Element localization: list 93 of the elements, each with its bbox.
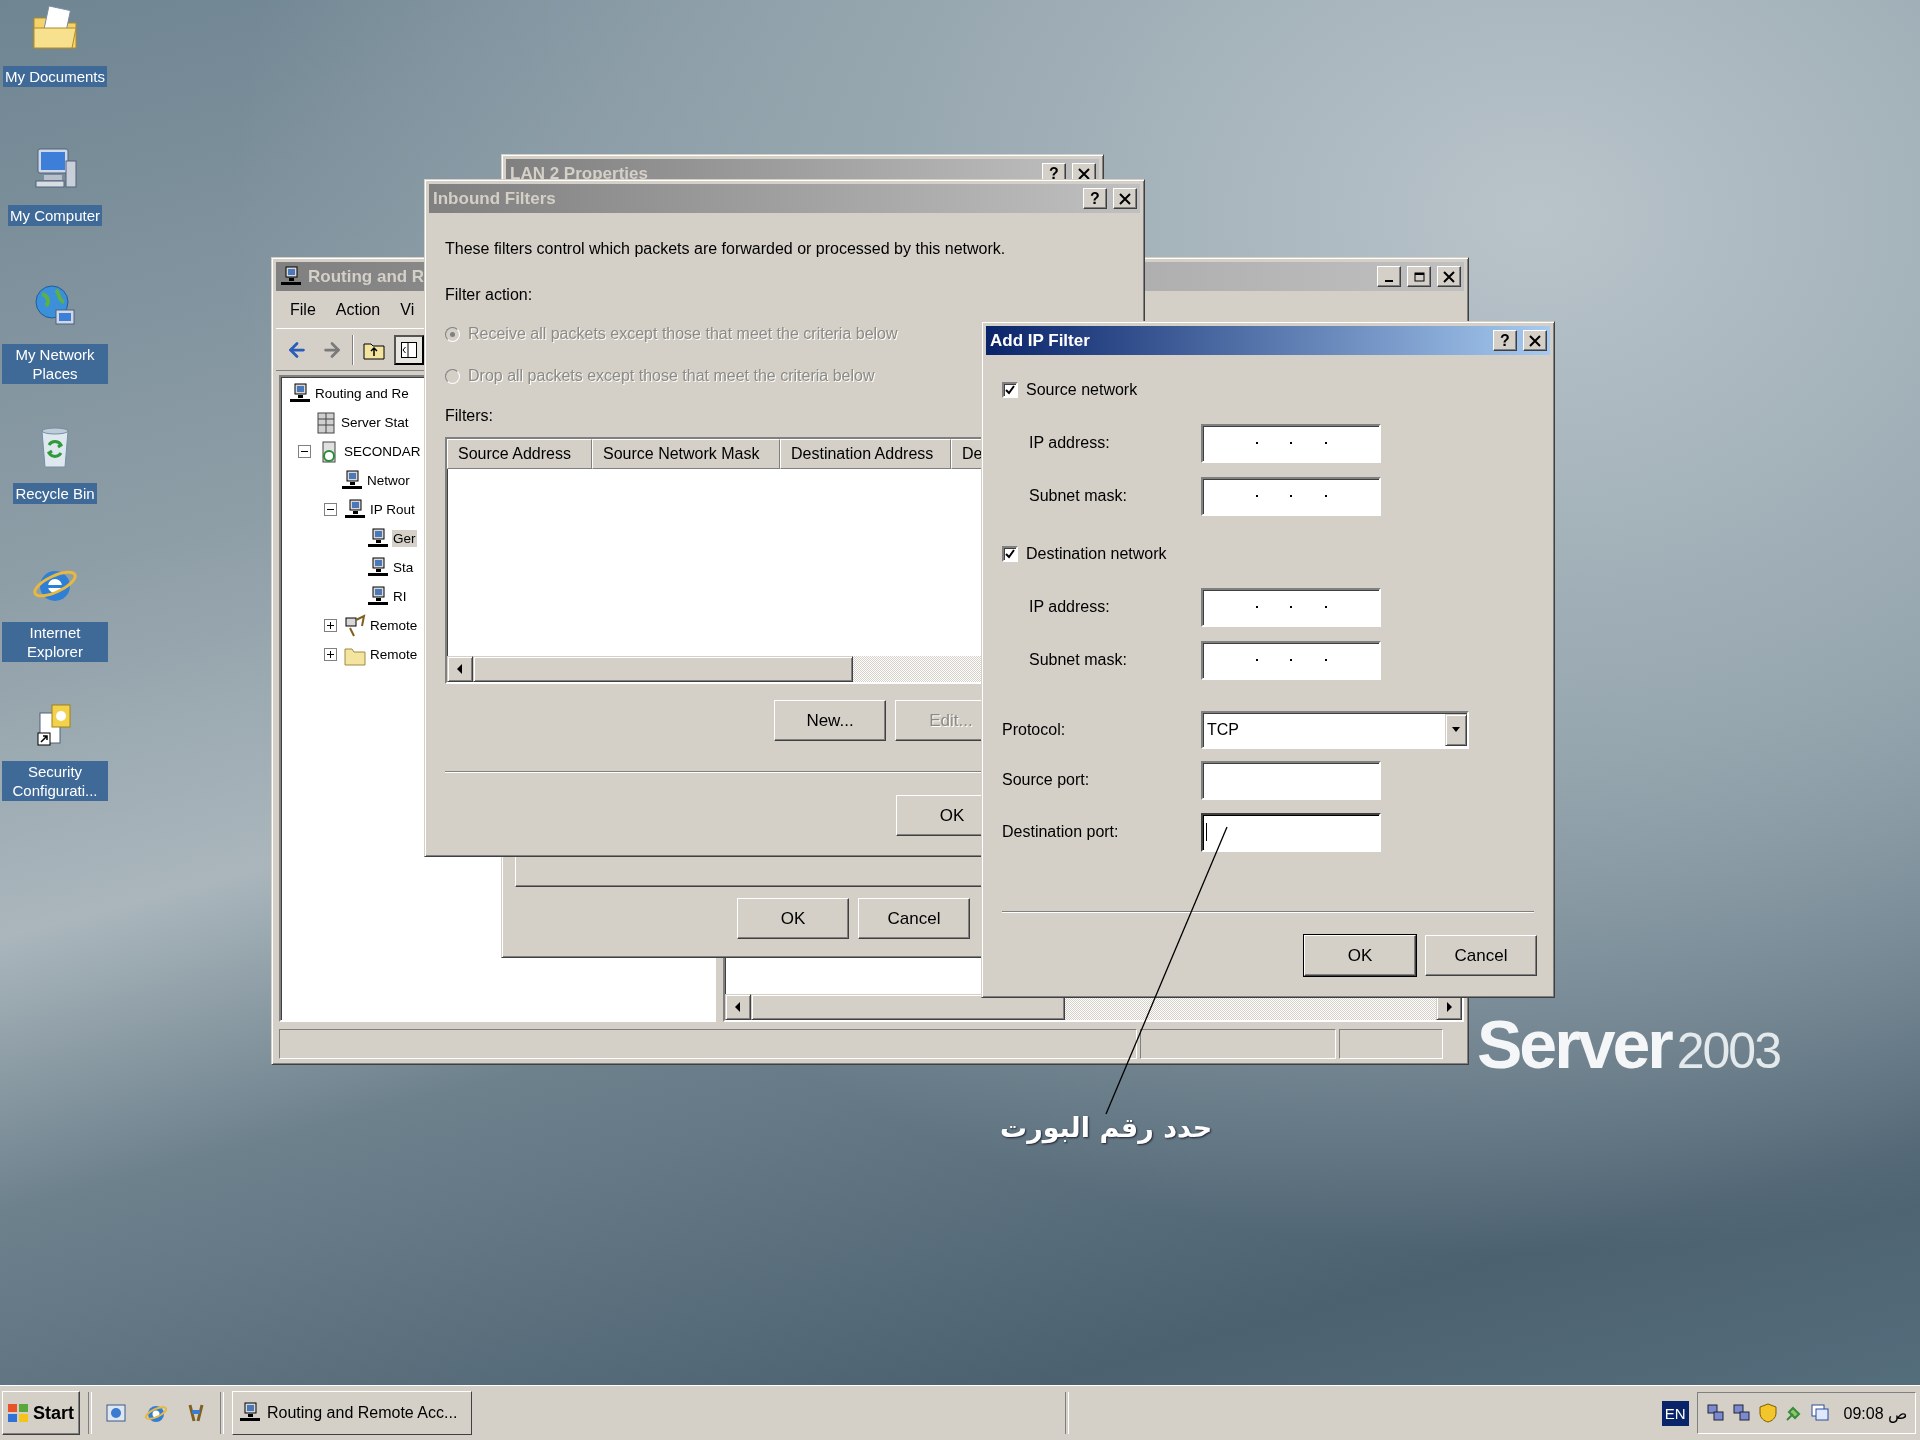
desktop-icon-label[interactable]: Security Configurati... <box>2 761 108 801</box>
start-button[interactable]: Start <box>2 1391 80 1435</box>
text-cursor <box>1206 823 1207 841</box>
field-label: IP address: <box>1029 434 1111 452</box>
tree-item[interactable]: RI <box>392 588 408 605</box>
dialog-button[interactable]: Cancel <box>858 898 970 939</box>
field-label: IP address: <box>1029 598 1111 616</box>
maximize-button[interactable] <box>1407 266 1431 287</box>
window-title: LAN 2 Properties <box>510 163 649 184</box>
port-field[interactable] <box>1201 812 1381 852</box>
close-icon <box>1529 334 1541 347</box>
desktop-icon-label[interactable]: My Computer <box>8 205 102 226</box>
expand-toggle[interactable] <box>324 648 337 661</box>
expand-toggle[interactable] <box>324 503 337 516</box>
ip-address-field[interactable] <box>1201 587 1381 627</box>
checkbox[interactable] <box>1002 382 1018 398</box>
help-button[interactable]: ? <box>1083 188 1107 209</box>
tree-item[interactable]: Sta <box>392 559 415 576</box>
left-arrow-icon <box>456 664 464 674</box>
desktop-icon-label[interactable]: Recycle Bin <box>13 483 97 504</box>
tree-item[interactable]: Remote <box>369 617 419 634</box>
window-title: Routing and R <box>308 266 426 287</box>
tree-item[interactable]: Remote <box>369 646 419 663</box>
field-label: Subnet mask: <box>1029 487 1128 505</box>
column-header[interactable]: Destination Address <box>780 439 951 469</box>
close-icon <box>1119 192 1131 205</box>
radio-label: Drop all packets except those that meet the criteria below <box>468 367 875 385</box>
tree-item[interactable]: IP Rout <box>369 501 416 518</box>
field-label: Filter action: <box>445 286 533 304</box>
menu-item[interactable]: Vi <box>392 298 423 321</box>
column-header[interactable]: Source Network Mask <box>592 439 780 469</box>
checkbox-label: Source network <box>1026 381 1138 399</box>
close-button[interactable] <box>1437 266 1461 287</box>
dialog-button[interactable]: Cancel <box>1425 935 1537 976</box>
pane-icon <box>401 341 417 358</box>
minimize-icon <box>1385 279 1393 282</box>
close-button[interactable] <box>1113 188 1137 209</box>
server-stack-icon <box>315 410 337 435</box>
desktop-icon-label[interactable]: Internet Explorer <box>2 622 108 662</box>
desktop-icon-label[interactable]: My Network Places <box>2 344 108 384</box>
taskbar-button[interactable]: Routing and Remote Acc... <box>232 1391 472 1435</box>
shield-icon <box>1757 1403 1778 1423</box>
tree-item[interactable]: Networ <box>366 472 411 489</box>
language-indicator[interactable]: EN <box>1661 1400 1689 1426</box>
window-stack-icon <box>1809 1403 1830 1423</box>
description-text: These filters control which packets are forwarded or processed by this network. <box>445 240 1006 258</box>
tree-item[interactable]: Server Stat <box>340 414 410 431</box>
product-name: Server <box>1477 1005 1671 1083</box>
help-button[interactable]: ? <box>1493 330 1517 351</box>
minimize-button[interactable] <box>1377 266 1401 287</box>
radio-label: Receive all packets except those that meet the criteria below <box>468 325 898 343</box>
horizontal-scrollbar[interactable] <box>725 994 1462 1020</box>
checkmark-icon <box>1005 385 1015 395</box>
menu-item[interactable]: File <box>282 298 324 321</box>
checkbox[interactable] <box>1002 546 1018 562</box>
dialog-button[interactable]: OK <box>737 898 849 939</box>
expand-toggle[interactable] <box>324 619 337 632</box>
field-label: Filters: <box>445 407 493 425</box>
field-label: Source port: <box>1002 771 1091 789</box>
close-button[interactable] <box>1523 330 1547 351</box>
column-header[interactable]: Source Address <box>447 439 592 469</box>
menu-item[interactable]: Action <box>327 298 389 321</box>
clock: 09:08 ص <box>1843 1403 1907 1423</box>
ip-address-field[interactable] <box>1201 476 1381 516</box>
dialog-button[interactable]: OK <box>1304 935 1416 976</box>
caret-icon <box>1451 727 1461 733</box>
product-version: 2003 <box>1676 1022 1780 1080</box>
ip-address-field[interactable] <box>1201 640 1381 680</box>
windows-flag-icon <box>7 1403 29 1423</box>
dropdown-button[interactable] <box>1445 714 1467 746</box>
expand-toggle[interactable] <box>298 445 311 458</box>
port-field[interactable] <box>1201 760 1381 800</box>
window-title: Inbound Filters <box>433 188 557 209</box>
window-title: Add IP Filter <box>990 330 1091 351</box>
show-hide-tree-button[interactable] <box>394 334 424 365</box>
checkbox-label: Destination network <box>1026 545 1167 563</box>
network-icon <box>1731 1403 1752 1423</box>
dialog-button[interactable]: New... <box>774 700 886 741</box>
tree-item[interactable]: SECONDAR <box>343 443 422 460</box>
left-arrow-icon <box>734 1002 742 1012</box>
maximize-icon <box>1413 271 1425 282</box>
protocol-dropdown[interactable]: TCP <box>1201 711 1469 749</box>
checkmark-icon <box>1005 549 1015 559</box>
right-arrow-icon <box>1445 1002 1453 1012</box>
desktop-icon-label[interactable]: My Documents <box>3 66 107 87</box>
annotation-text: حدد رقم البورت <box>1000 1112 1213 1143</box>
tree-item[interactable]: Routing and Re <box>314 385 410 402</box>
close-icon <box>1443 270 1455 283</box>
ip-address-field[interactable] <box>1201 423 1381 463</box>
close-icon <box>1078 167 1090 180</box>
tree-item[interactable]: Ger <box>392 530 417 547</box>
field-label: Subnet mask: <box>1029 651 1128 669</box>
network-icon <box>1705 1403 1726 1423</box>
